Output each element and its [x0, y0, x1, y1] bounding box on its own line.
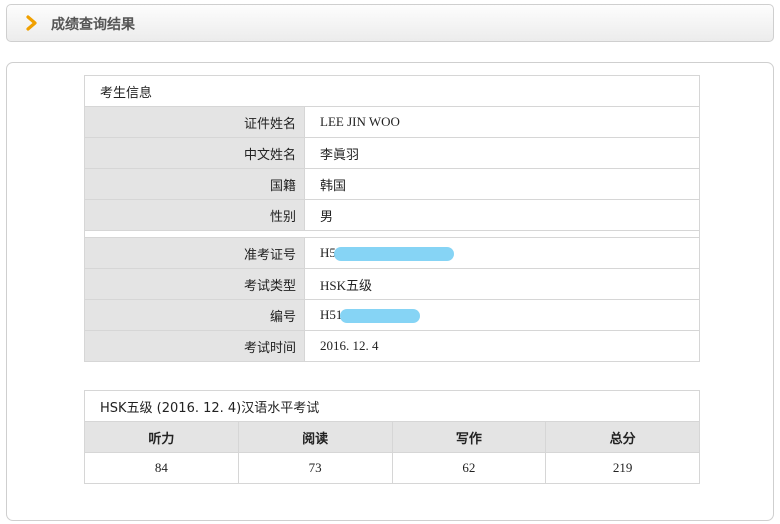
section-header-row: 考生信息 — [84, 75, 700, 107]
score-header-row: 听力 阅读 写作 总分 — [84, 421, 700, 453]
field-label: 中文姓名 — [84, 137, 305, 169]
info-row-serial-number: 编号 H51 — [84, 299, 700, 331]
info-row-chinese-name: 中文姓名 李眞羽 — [84, 137, 700, 169]
redaction-mark — [333, 247, 454, 261]
listening-score: 84 — [84, 452, 239, 484]
admission-number-cell: H5 — [304, 237, 700, 269]
field-label: 性别 — [84, 199, 305, 231]
serial-number-value: H51 — [320, 306, 343, 322]
chinese-name-value: 李眞羽 — [304, 137, 700, 169]
field-label: 准考证号 — [84, 237, 305, 269]
score-value-row: 84 73 62 219 — [84, 452, 700, 484]
writing-score: 62 — [391, 452, 547, 484]
field-label: 证件姓名 — [84, 106, 305, 138]
field-label: 国籍 — [84, 168, 305, 200]
info-row-gender: 性别 男 — [84, 199, 700, 231]
id-name-value: LEE JIN WOO — [304, 106, 700, 138]
page-title: 成绩查询结果 — [51, 17, 135, 33]
info-row-id-name: 证件姓名 LEE JIN WOO — [84, 106, 700, 138]
field-label: 考试时间 — [84, 330, 305, 362]
section-title: 考生信息 — [84, 75, 700, 107]
reading-score: 73 — [237, 452, 393, 484]
field-label: 编号 — [84, 299, 305, 331]
gender-value: 男 — [304, 199, 700, 231]
field-label: 考试类型 — [84, 268, 305, 300]
writing-header: 写作 — [391, 421, 547, 453]
listening-header: 听力 — [84, 421, 239, 453]
results-panel: 考生信息 证件姓名 LEE JIN WOO 中文姓名 李眞羽 国籍 韩国 性别 … — [6, 62, 774, 521]
score-table: HSK五级 (2016. 12. 4)汉语水平考试 听力 阅读 写作 总分 84… — [84, 390, 700, 484]
nationality-value: 韩国 — [304, 168, 700, 200]
section-spacer — [84, 230, 700, 238]
exam-date-value: 2016. 12. 4 — [304, 330, 700, 362]
exam-type-value: HSK五级 — [304, 268, 700, 300]
candidate-info-table: 考生信息 证件姓名 LEE JIN WOO 中文姓名 李眞羽 国籍 韩国 性别 … — [84, 75, 700, 362]
page-header: 成绩查询结果 — [6, 4, 774, 42]
serial-number-cell: H51 — [304, 299, 700, 331]
total-header: 总分 — [545, 421, 700, 453]
chevron-right-icon — [26, 15, 37, 31]
redaction-mark — [340, 309, 421, 323]
info-row-exam-date: 考试时间 2016. 12. 4 — [84, 330, 700, 362]
total-score: 219 — [545, 452, 700, 484]
score-section-header-row: HSK五级 (2016. 12. 4)汉语水平考试 — [84, 390, 700, 422]
info-row-nationality: 国籍 韩国 — [84, 168, 700, 200]
info-row-exam-type: 考试类型 HSK五级 — [84, 268, 700, 300]
spacer-cell — [84, 230, 700, 238]
info-row-admission-number: 准考证号 H5 — [84, 237, 700, 269]
score-section-title: HSK五级 (2016. 12. 4)汉语水平考试 — [84, 390, 700, 422]
reading-header: 阅读 — [237, 421, 393, 453]
